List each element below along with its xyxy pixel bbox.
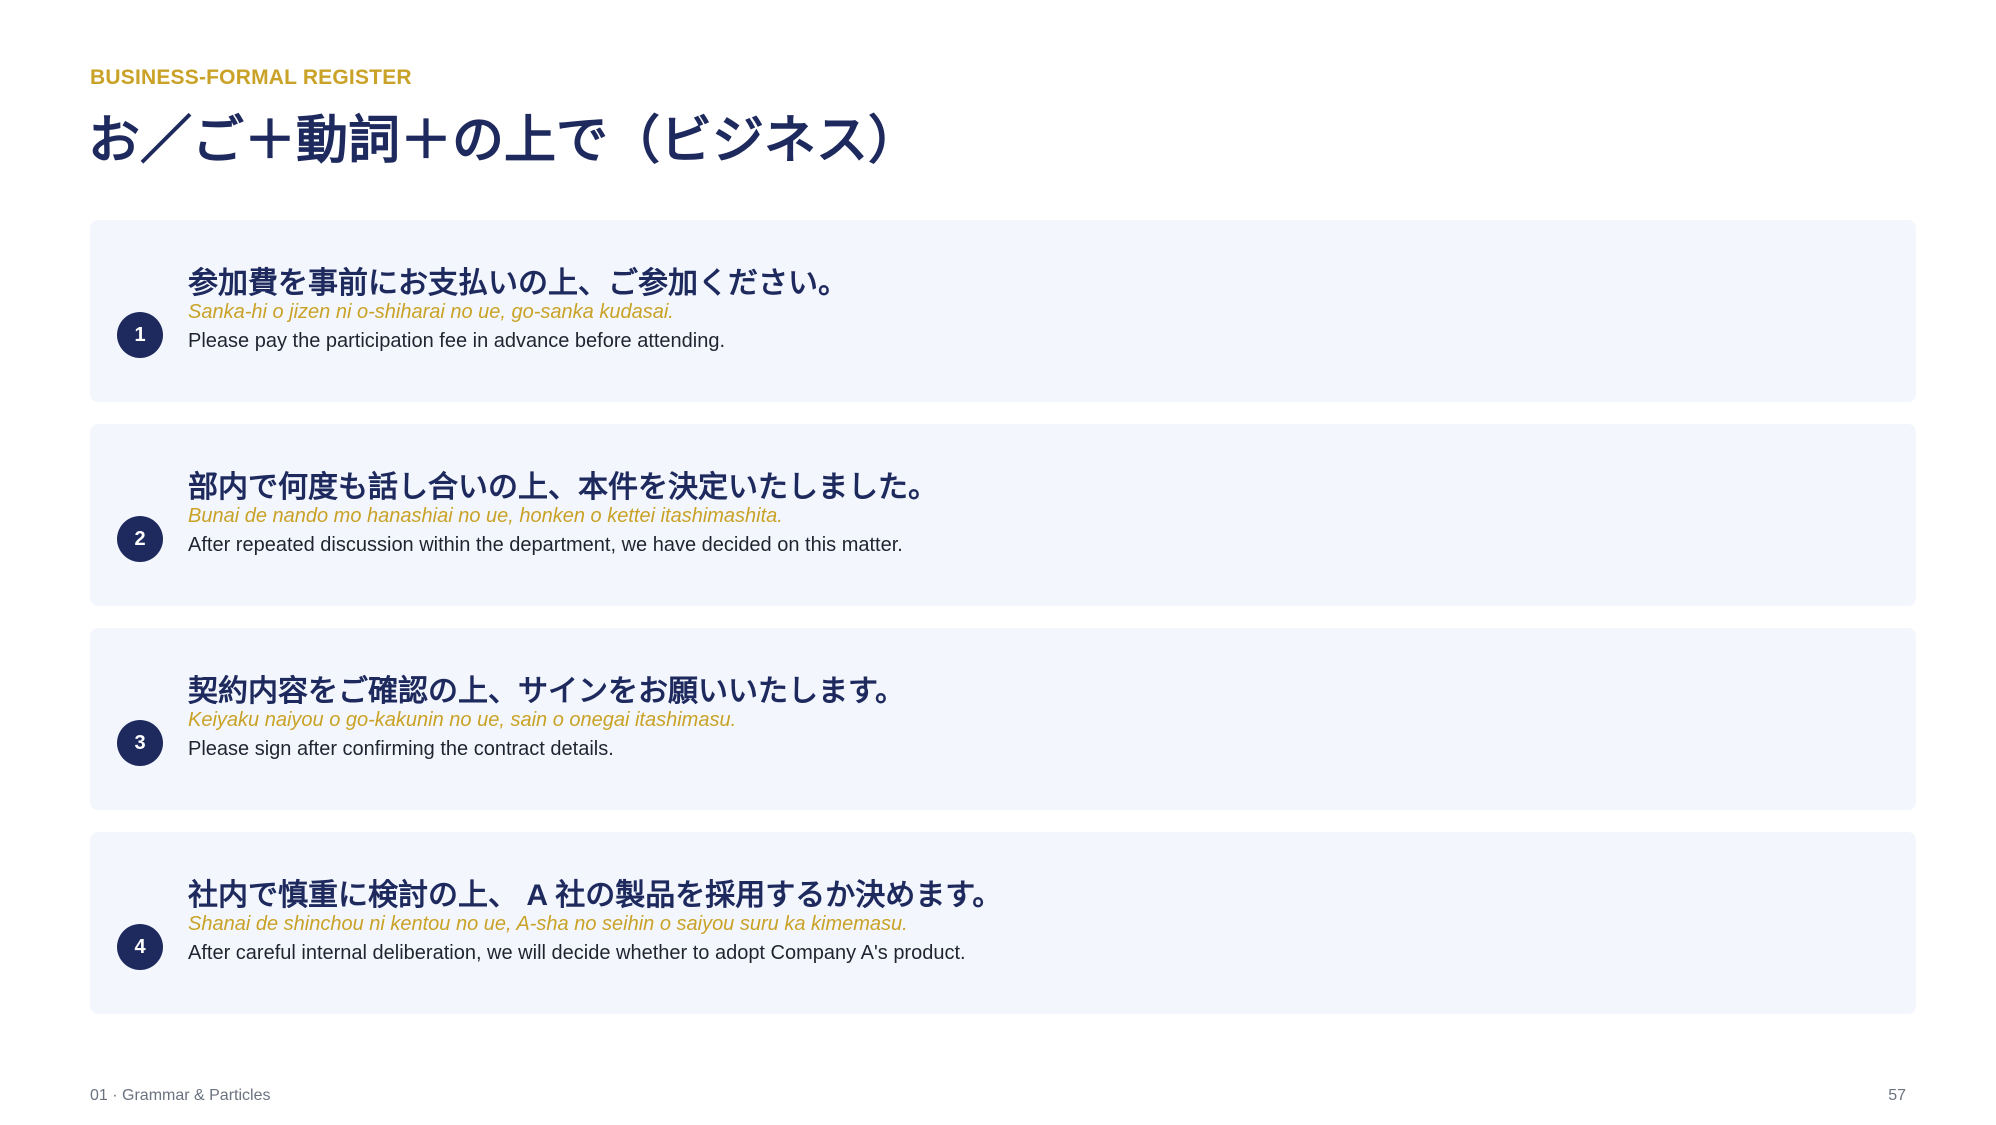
example-english: After careful internal deliberation, we … xyxy=(188,942,966,964)
example-romaji: Keiyaku naiyou o go-kakunin no ue, sain … xyxy=(188,709,737,731)
example-list: 1 参加費を事前にお支払いの上、ご参加ください。 Sanka-hi o jize… xyxy=(90,220,1916,1036)
example-number-badge: 4 xyxy=(117,924,163,970)
page-number: 57 xyxy=(1888,1087,1906,1104)
example-number-badge: 3 xyxy=(117,720,163,766)
example-card: 3 契約内容をご確認の上、サインをお願いいたします。 Keiyaku naiyo… xyxy=(90,628,1916,810)
page-title: お／ご＋動詞＋の上で（ビジネス） xyxy=(88,110,921,171)
example-romaji: Sanka-hi o jizen ni o-shiharai no ue, go… xyxy=(188,301,674,323)
example-card: 2 部内で何度も話し合いの上、本件を決定いたしました。 Bunai de nan… xyxy=(90,424,1916,606)
footer-section-label: 01 · Grammar & Particles xyxy=(90,1087,271,1104)
example-english: Please pay the participation fee in adva… xyxy=(188,330,726,352)
example-japanese: 社内で慎重に検討の上、 A 社の製品を採用するか決めます。 xyxy=(188,879,1003,912)
example-number-badge: 1 xyxy=(117,312,163,358)
example-card: 4 社内で慎重に検討の上、 A 社の製品を採用するか決めます。 Shanai d… xyxy=(90,832,1916,1014)
eyebrow-label: BUSINESS-FORMAL REGISTER xyxy=(90,66,412,89)
example-english: Please sign after confirming the contrac… xyxy=(188,738,614,760)
example-japanese: 部内で何度も話し合いの上、本件を決定いたしました。 xyxy=(188,471,938,504)
example-japanese: 契約内容をご確認の上、サインをお願いいたします。 xyxy=(188,675,905,708)
example-romaji: Bunai de nando mo hanashiai no ue, honke… xyxy=(188,505,783,527)
example-japanese: 参加費を事前にお支払いの上、ご参加ください。 xyxy=(188,267,848,300)
example-romaji: Shanai de shinchou ni kentou no ue, A-sh… xyxy=(188,913,908,935)
example-number-badge: 2 xyxy=(117,516,163,562)
example-english: After repeated discussion within the dep… xyxy=(188,534,903,556)
example-card: 1 参加費を事前にお支払いの上、ご参加ください。 Sanka-hi o jize… xyxy=(90,220,1916,402)
